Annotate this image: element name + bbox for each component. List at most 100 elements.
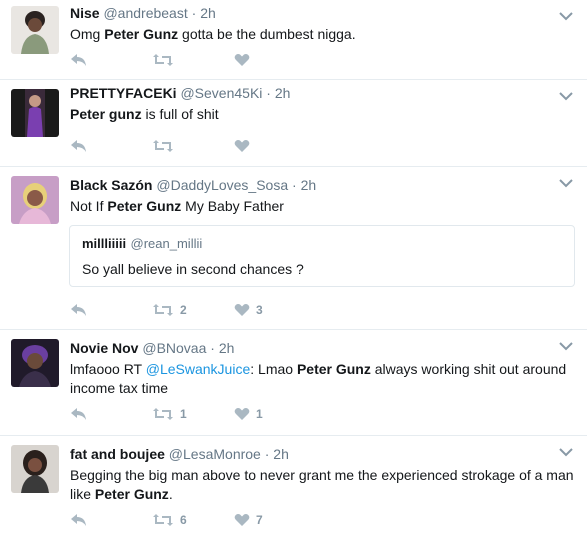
quoted-display-name: millliiiii (82, 236, 127, 251)
retweet-button[interactable] (152, 53, 234, 67)
text-segment: is full of shit (141, 106, 219, 122)
tweet-header: fat and boujee @LesaMonroe · 2h (70, 445, 575, 463)
username[interactable]: @LesaMonroe (169, 446, 261, 462)
reply-button[interactable] (70, 139, 152, 153)
heart-icon (234, 514, 250, 526)
timestamp[interactable]: 2h (275, 85, 291, 101)
tweet[interactable]: Novie Nov @BNovaa · 2h lmfaooo RT @LeSwa… (0, 330, 587, 436)
timestamp[interactable]: 2h (219, 340, 235, 356)
tweet-actions (70, 51, 316, 69)
highlighted-term: Peter Gunz (107, 198, 182, 214)
tweet-actions: 1 1 (70, 405, 316, 423)
chevron-down-icon[interactable] (559, 338, 573, 351)
like-button[interactable]: 7 (234, 513, 316, 527)
highlighted-term: Peter Gunz (296, 361, 371, 377)
retweet-count: 6 (180, 513, 187, 527)
mention-link[interactable]: @LeSwankJuice (146, 361, 251, 377)
like-count: 1 (256, 407, 263, 421)
avatar[interactable] (11, 339, 59, 387)
timestamp[interactable]: 2h (301, 177, 317, 193)
chevron-down-icon[interactable] (559, 444, 573, 457)
chevron-down-icon[interactable] (559, 8, 573, 21)
chevron-down-icon[interactable] (559, 175, 573, 188)
username[interactable]: @andrebeast (103, 5, 187, 21)
username[interactable]: @DaddyLoves_Sosa (156, 177, 288, 193)
retweet-count: 1 (180, 407, 187, 421)
quoted-tweet[interactable]: millliiiii @rean_millii So yall believe … (69, 225, 575, 287)
text-segment: lmfaooo RT (70, 361, 146, 377)
tweet-actions (70, 137, 316, 155)
tweet-header: Novie Nov @BNovaa · 2h (70, 339, 575, 357)
separator: · (266, 85, 271, 101)
reply-button[interactable] (70, 303, 152, 317)
tweet[interactable]: Black Sazón @DaddyLoves_Sosa · 2h Not If… (0, 167, 587, 330)
tweet-text: Begging the big man above to never grant… (70, 466, 575, 504)
text-segment: Omg (70, 26, 105, 42)
separator: · (191, 5, 197, 21)
tweet-text: Omg Peter Gunz gotta be the dumbest nigg… (70, 25, 575, 44)
tweet-feed: Nise @andrebeast · 2h Omg Peter Gunz got… (0, 0, 587, 544)
retweet-icon (153, 514, 173, 526)
like-button[interactable]: 3 (234, 303, 316, 317)
reply-icon (71, 408, 86, 420)
avatar[interactable] (11, 176, 59, 224)
quoted-username: @rean_millii (130, 236, 203, 251)
tweet-text: lmfaooo RT @LeSwankJuice: Lmao Peter Gun… (70, 360, 575, 398)
like-button[interactable] (234, 53, 316, 67)
text-segment: Not If (70, 198, 108, 214)
reply-button[interactable] (70, 513, 152, 527)
separator: · (264, 446, 270, 462)
reply-icon (71, 304, 86, 316)
text-segment: . (168, 486, 173, 502)
retweet-button[interactable]: 6 (152, 513, 234, 527)
avatar[interactable] (11, 445, 59, 493)
reply-button[interactable] (70, 407, 152, 421)
highlighted-term: Peter gunz (70, 106, 142, 122)
quoted-text: So yall believe in second chances ? (82, 261, 304, 277)
text-segment: : Lmao (250, 361, 297, 377)
display-name[interactable]: Nise (70, 5, 100, 21)
tweet-header: Black Sazón @DaddyLoves_Sosa · 2h (70, 176, 575, 194)
retweet-button[interactable]: 2 (152, 303, 234, 317)
display-name[interactable]: Novie Nov (70, 340, 138, 356)
display-name[interactable]: PRETTYFACEKi (70, 85, 177, 101)
like-button[interactable]: 1 (234, 407, 316, 421)
chevron-down-icon[interactable] (559, 88, 573, 101)
tweet-header: Nise @andrebeast · 2h (70, 4, 575, 22)
username[interactable]: @BNovaa (142, 340, 206, 356)
reply-icon (71, 140, 86, 152)
heart-icon (234, 54, 250, 66)
text-segment: My Baby Father (181, 198, 284, 214)
tweet[interactable]: fat and boujee @LesaMonroe · 2h Begging … (0, 436, 587, 544)
like-count: 7 (256, 513, 263, 527)
retweet-icon (153, 408, 173, 420)
retweet-icon (153, 54, 173, 66)
tweet[interactable]: PRETTYFACEKi @Seven45Ki · 2h Peter gunz … (0, 80, 587, 167)
timestamp[interactable]: 2h (273, 446, 289, 462)
retweet-button[interactable] (152, 139, 234, 153)
highlighted-term: Peter Gunz (104, 26, 179, 42)
retweet-button[interactable]: 1 (152, 407, 234, 421)
reply-button[interactable] (70, 53, 152, 67)
separator: · (210, 340, 215, 356)
reply-icon (71, 514, 86, 526)
tweet-actions: 6 7 (70, 511, 316, 529)
username[interactable]: @Seven45Ki (180, 85, 262, 101)
tweet[interactable]: Nise @andrebeast · 2h Omg Peter Gunz got… (0, 0, 587, 80)
like-count: 3 (256, 303, 263, 317)
tweet-text: Peter gunz is full of shit (70, 105, 575, 124)
tweet-text: Not If Peter Gunz My Baby Father (70, 197, 575, 216)
avatar[interactable] (11, 6, 59, 54)
heart-icon (234, 408, 250, 420)
retweet-icon (153, 304, 173, 316)
text-segment: gotta be the dumbest nigga. (178, 26, 356, 42)
timestamp[interactable]: 2h (200, 5, 216, 21)
reply-icon (71, 54, 86, 66)
display-name[interactable]: Black Sazón (70, 177, 152, 193)
retweet-icon (153, 140, 173, 152)
display-name[interactable]: fat and boujee (70, 446, 165, 462)
avatar[interactable] (11, 89, 59, 137)
like-button[interactable] (234, 139, 316, 153)
heart-icon (234, 304, 250, 316)
tweet-header: PRETTYFACEKi @Seven45Ki · 2h (70, 84, 575, 102)
